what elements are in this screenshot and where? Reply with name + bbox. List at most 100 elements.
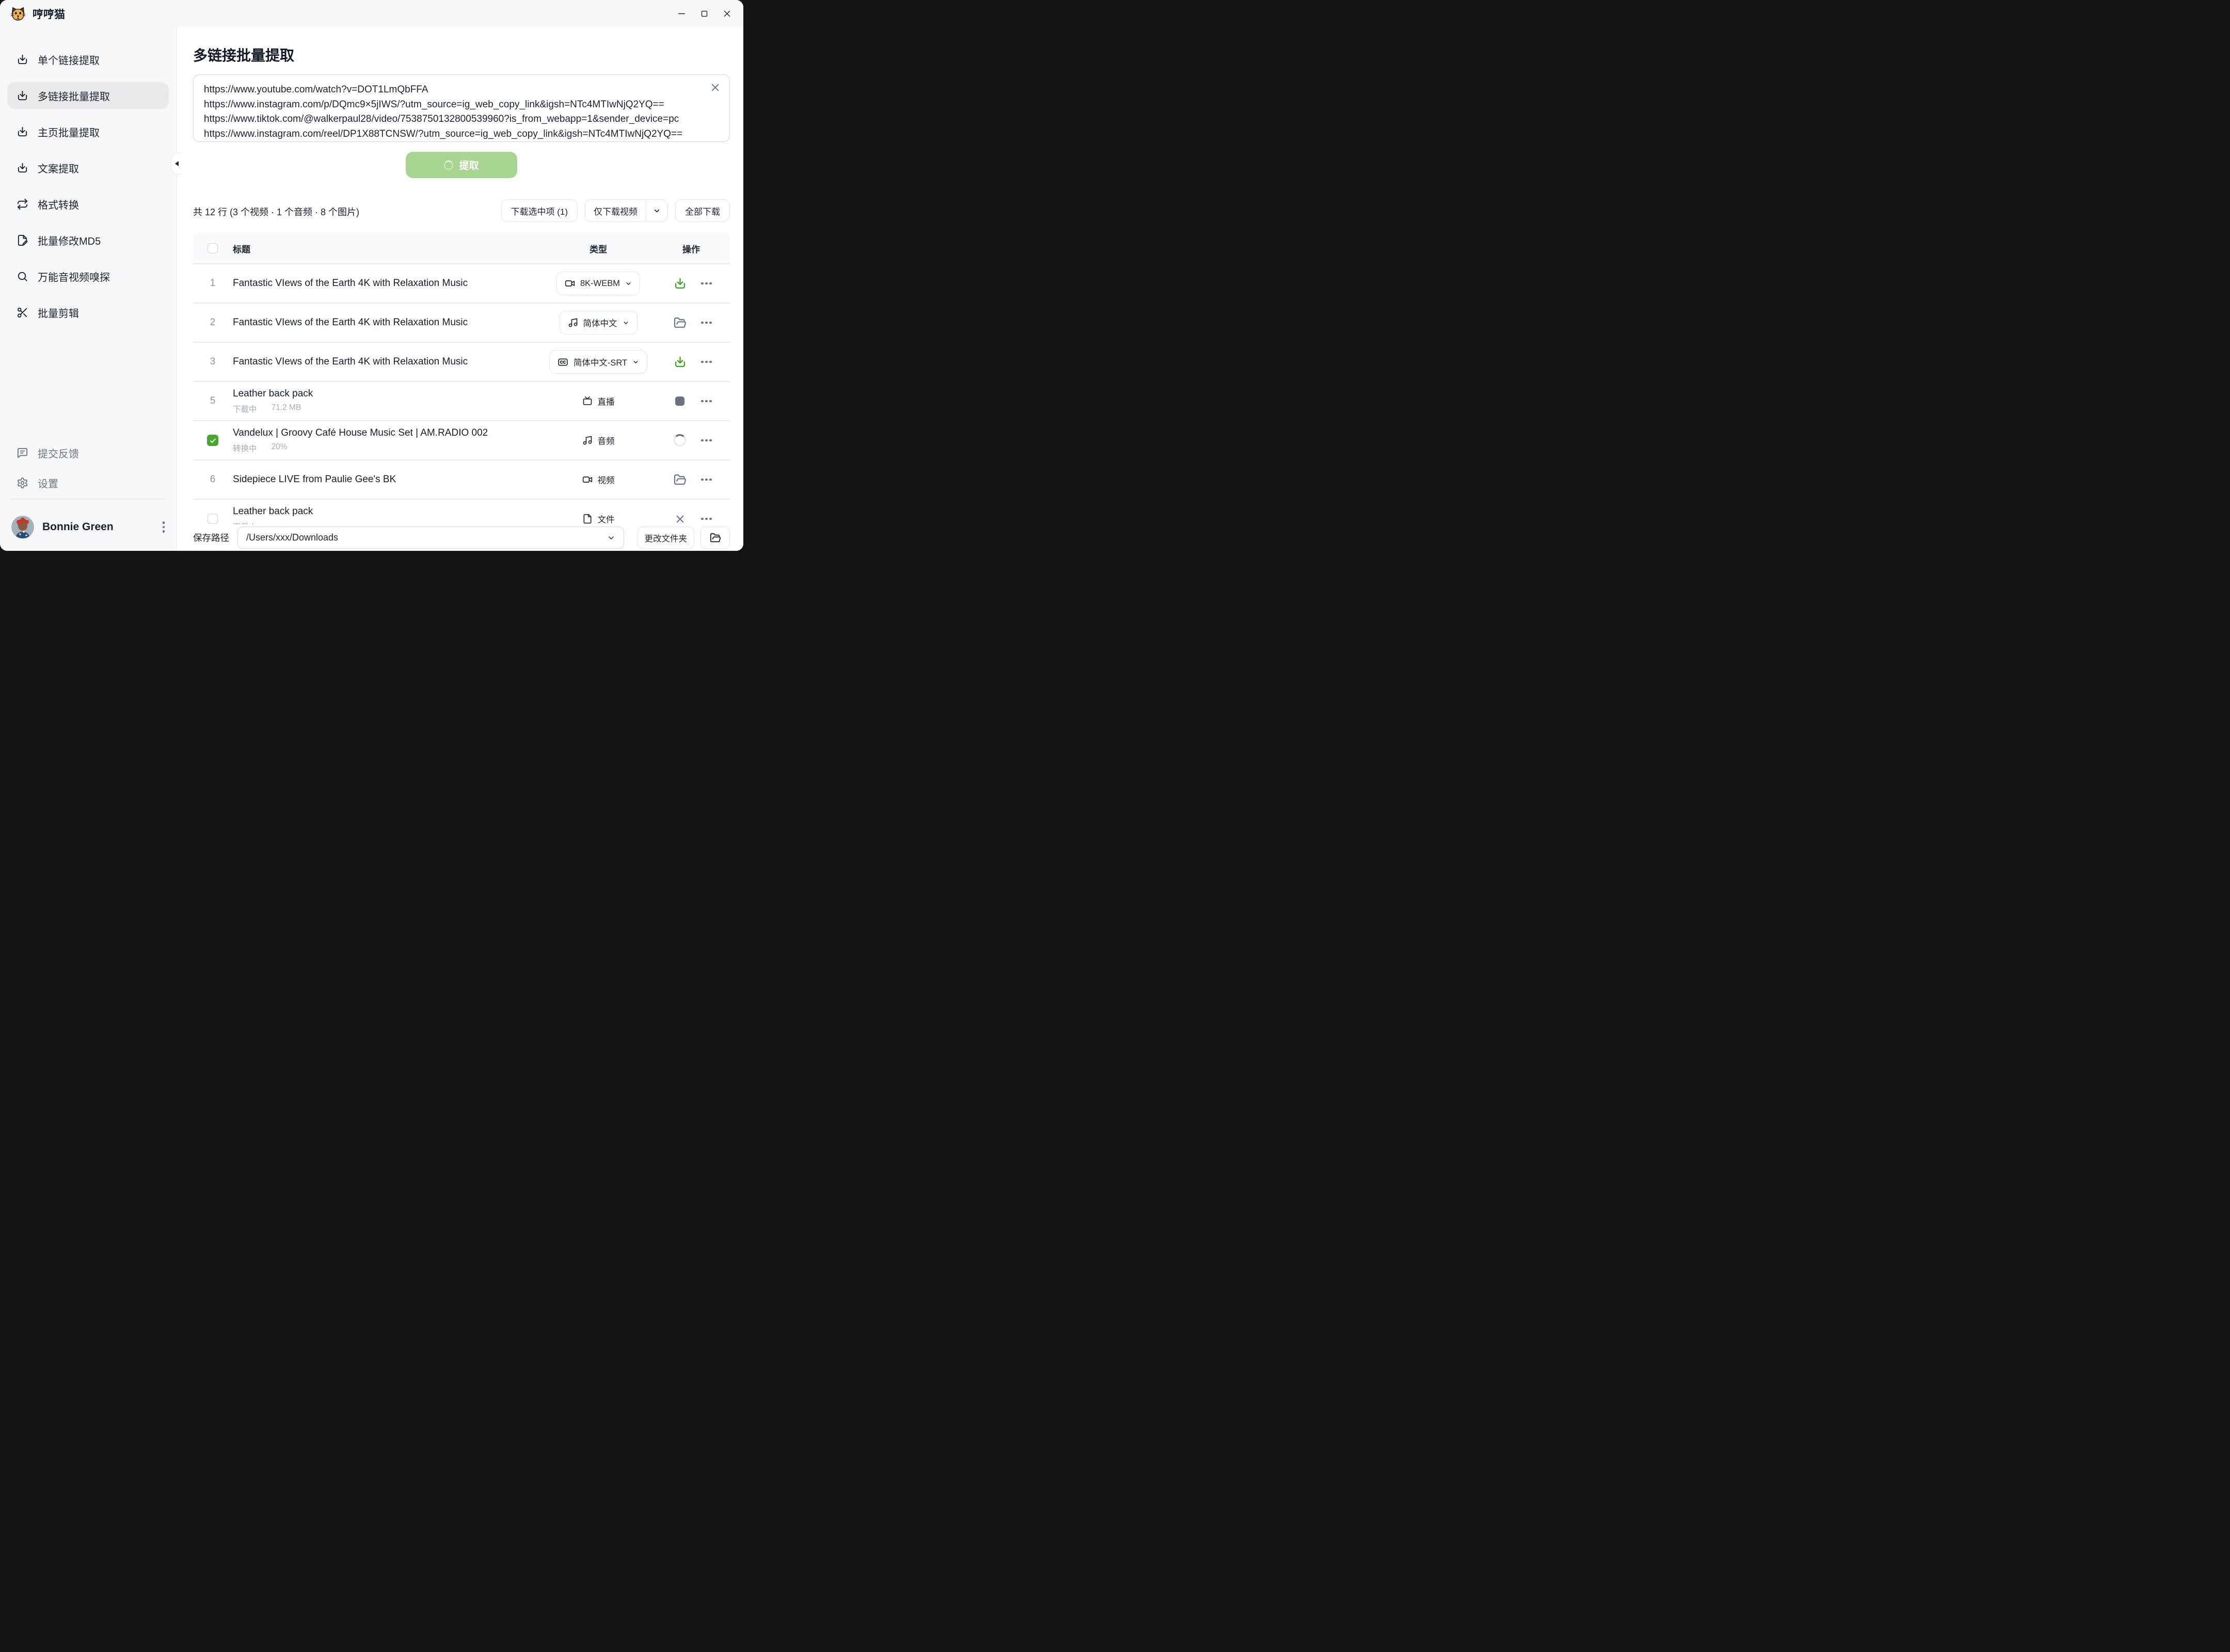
save-path-select[interactable]: /Users/xxx/Downloads (237, 527, 624, 549)
url-line: https://www.instagram.com/reel/DP1X88TCN… (204, 127, 698, 142)
check-icon (209, 437, 217, 444)
chevron-down-icon (632, 359, 639, 366)
sidebar: 单个链接提取 多链接批量提取 主页批量提取 文案提取 格式转换 批量修改MD5 (0, 27, 177, 551)
url-batch-input[interactable]: https://www.youtube.com/watch?v=DOT1LmQb… (193, 74, 730, 142)
user-profile: Bonnie Green (11, 513, 168, 541)
url-line: https://www.instagram.com/p/DQmc9×5jIWS/… (204, 98, 698, 113)
toolbar: 下载选中项 (1) 仅下载视频 全部下载 (501, 199, 730, 222)
extract-button-label: 提取 (459, 158, 479, 172)
table-row: Vandelux | Groovy Café House Music Set |… (193, 421, 730, 460)
chevron-down-icon (653, 207, 661, 215)
download-all-button[interactable]: 全部下载 (675, 199, 730, 222)
chevron-down-icon (625, 280, 632, 287)
row-title: Leather back pack (233, 388, 544, 400)
type-label-group: 直播 (582, 395, 615, 407)
scissors-icon (17, 307, 28, 319)
file-pen-icon (17, 234, 28, 246)
folder-open-icon (710, 532, 721, 544)
type-label-group: 视频 (582, 473, 615, 486)
app-logo-cat-icon (10, 6, 26, 22)
sidebar-item-single-link-extract[interactable]: 单个链接提取 (7, 46, 169, 73)
sidebar-item-copywriting-extract[interactable]: 文案提取 (7, 154, 169, 181)
sidebar-item-label: 格式转换 (38, 197, 79, 212)
url-line: https://www.youtube.com/watch?v=DOT1LmQb… (204, 83, 698, 98)
video-camera-icon (565, 278, 575, 289)
sidebar-item-settings[interactable]: 设置 (7, 469, 169, 496)
more-actions-icon[interactable] (700, 279, 713, 288)
file-icon (582, 514, 593, 524)
close-button[interactable] (715, 4, 738, 24)
video-camera-icon (582, 474, 593, 485)
select-all-checkbox[interactable] (208, 243, 218, 253)
type-label: 简体中文-SRT (574, 356, 627, 368)
chevron-left-icon (175, 161, 179, 166)
more-actions-icon[interactable] (700, 319, 713, 327)
sidebar-item-format-convert[interactable]: 格式转换 (7, 190, 169, 217)
table-header: 标题 类型 操作 (193, 233, 730, 264)
sidebar-item-label: 批量修改MD5 (38, 233, 101, 248)
type-label: 简体中文 (583, 316, 617, 329)
download-icon (17, 90, 28, 102)
row-title: Fantastic VIews of the Earth 4K with Rel… (233, 356, 544, 368)
summary-text: 共 12 行 (3 个视频 · 1 个音频 · 8 个图片) (193, 205, 359, 218)
row-number[interactable]: 1 (201, 278, 224, 289)
sidebar-item-homepage-batch-extract[interactable]: 主页批量提取 (7, 118, 169, 145)
type-select[interactable]: 简体中文-SRT (549, 350, 647, 374)
more-actions-icon[interactable] (700, 397, 713, 406)
clear-input-icon[interactable] (709, 82, 721, 93)
row-number[interactable]: 2 (201, 317, 224, 328)
sidebar-item-label: 单个链接提取 (38, 52, 100, 67)
tv-icon (582, 396, 593, 406)
sidebar-item-label: 万能音视频嗅探 (38, 269, 110, 284)
repeat-icon (17, 198, 28, 210)
sidebar-item-multi-link-batch-extract[interactable]: 多链接批量提取 (7, 82, 169, 109)
row-number[interactable]: 6 (201, 474, 224, 485)
row-number[interactable]: 5 (201, 395, 224, 407)
sidebar-item-label: 提交反馈 (38, 446, 79, 460)
status-value: 20% (272, 442, 288, 454)
open-folder-icon[interactable] (673, 473, 687, 486)
sidebar-item-batch-edit[interactable]: 批量剪辑 (7, 299, 169, 326)
window-controls (670, 4, 738, 24)
sidebar-item-label: 设置 (38, 475, 58, 490)
search-icon (17, 271, 28, 282)
cancel-icon[interactable] (673, 512, 687, 526)
download-icon[interactable] (673, 277, 687, 290)
minimize-button[interactable] (670, 4, 693, 24)
more-actions-icon[interactable] (700, 515, 713, 523)
download-selected-button[interactable]: 下载选中项 (1) (501, 199, 578, 222)
table-row: 6 Sidepiece LIVE from Paulie Gee's BK 视频 (193, 460, 730, 500)
sidebar-item-label: 文案提取 (38, 161, 79, 176)
sidebar-collapse-handle[interactable] (171, 153, 182, 174)
status-label: 下载中 (233, 403, 257, 415)
sidebar-item-label: 主页批量提取 (38, 124, 100, 139)
open-folder-icon[interactable] (673, 316, 687, 329)
download-icon[interactable] (673, 355, 687, 369)
type-label-group: 音频 (582, 434, 615, 447)
change-folder-button[interactable]: 更改文件夹 (638, 527, 695, 549)
video-only-button[interactable]: 仅下载视频 (585, 200, 646, 221)
extract-button[interactable]: 提取 (406, 152, 517, 178)
progress-spinner-icon (673, 434, 687, 447)
page-title: 多链接批量提取 (193, 44, 294, 65)
row-checkbox[interactable] (208, 514, 218, 524)
open-folder-button[interactable] (700, 527, 730, 549)
sidebar-item-submit-feedback[interactable]: 提交反馈 (7, 439, 169, 466)
type-select[interactable]: 8K-WEBM (556, 272, 640, 295)
stop-button[interactable] (673, 394, 687, 408)
video-only-split-button: 仅下载视频 (585, 199, 668, 222)
more-actions-icon[interactable] (700, 436, 713, 445)
video-only-dropdown-arrow[interactable] (646, 200, 667, 221)
more-actions-icon[interactable] (700, 358, 713, 367)
more-actions-icon[interactable] (700, 475, 713, 484)
row-checkbox-checked[interactable] (207, 435, 218, 446)
type-select[interactable]: 简体中文 (560, 311, 638, 335)
sidebar-item-batch-modify-md5[interactable]: 批量修改MD5 (7, 227, 169, 253)
sidebar-item-universal-media-sniffer[interactable]: 万能音视频嗅探 (7, 263, 169, 290)
user-menu-dots-icon[interactable] (160, 518, 168, 536)
maximize-button[interactable] (693, 4, 715, 24)
row-status: 下载中 71.2 MB (233, 403, 544, 415)
titlebar: 哼哼猫 (0, 0, 743, 27)
row-number[interactable]: 3 (201, 356, 224, 368)
sidebar-item-label: 批量剪辑 (38, 305, 79, 320)
